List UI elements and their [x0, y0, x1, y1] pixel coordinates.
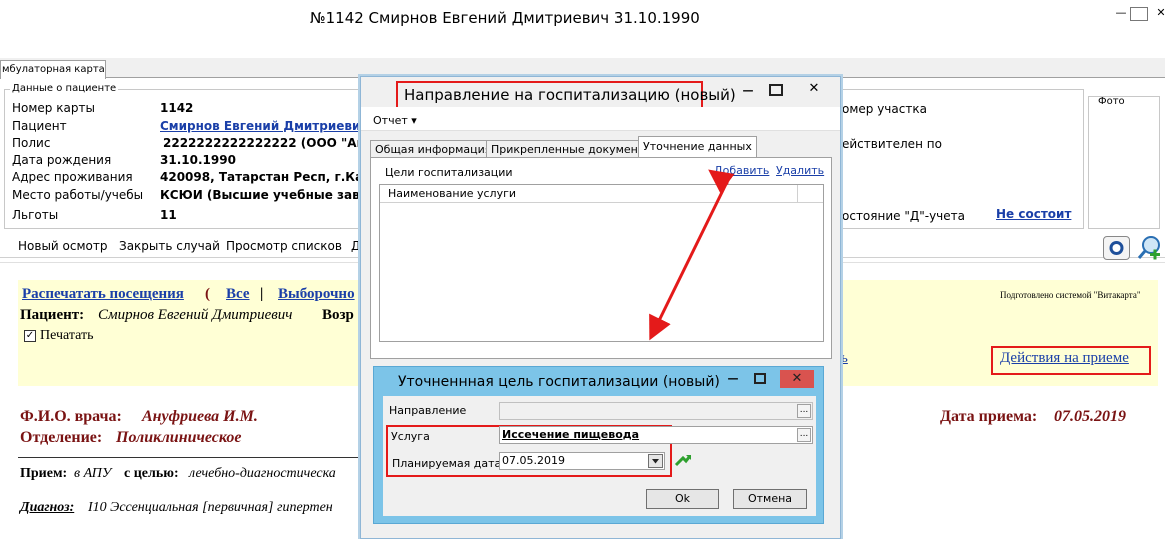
reception-purpose: лечебно-диагностическа [189, 466, 336, 481]
direction-field[interactable] [499, 402, 813, 420]
reception-label: Прием: [20, 466, 68, 481]
dialog2-maximize-button[interactable] [754, 373, 766, 384]
ok-button[interactable]: Ok [646, 489, 719, 509]
toolbar-item-d[interactable]: Д [351, 239, 360, 253]
search-add-icon[interactable] [1136, 234, 1164, 262]
doctor-label: Ф.И.О. врача: [20, 408, 122, 425]
separator: | [260, 286, 264, 302]
photo-frame [1088, 96, 1160, 229]
dept-label: Отделение: [20, 429, 103, 446]
dialog1-title: Направление на госпитализацию (новый) [396, 81, 736, 109]
label-policy: Полис [12, 136, 51, 150]
photo-label: Фото [1098, 96, 1125, 107]
dept-name: Поликлиническое [116, 429, 242, 446]
label-d-status: остояние "Д"-учета [842, 209, 965, 223]
annotation-arrows [649, 169, 735, 341]
grid-header-service[interactable]: Наименование услуги [388, 187, 516, 200]
service-browse-button[interactable]: ... [797, 428, 811, 442]
stop-icon [1109, 241, 1124, 255]
cancel-button[interactable]: Отмена [733, 489, 807, 509]
value-policy: 2222222222222222 (ООО "Ак [163, 136, 365, 150]
patient-label: Пациент: [20, 307, 85, 323]
value-benefits: 11 [160, 208, 177, 222]
actions-link[interactable]: Действия на приеме [1000, 350, 1129, 367]
reception-mid: с целью: [124, 466, 179, 481]
report-menu[interactable]: Отчет ▾ [373, 114, 417, 127]
tab-ambulatory-card[interactable]: мбулаторная карта [0, 60, 106, 79]
delete-link[interactable]: Удалить [776, 164, 824, 177]
close-button[interactable]: ✕ [1150, 6, 1165, 22]
print-icon-button[interactable] [1103, 236, 1130, 260]
label-patient: Пациент [12, 119, 67, 133]
diagnosis-value: I10 Эссенциальная [первичная] гипертен [88, 500, 333, 515]
dialog2-title: Уточненнная цель госпитализации (новый) [398, 374, 720, 390]
service-label: Услуга [391, 430, 430, 443]
minimize-button[interactable]: — [1110, 6, 1132, 22]
label-benefits: Льготы [12, 208, 59, 222]
partial-link[interactable]: ь [841, 350, 848, 367]
d-status-link[interactable]: Не состоит [996, 207, 1071, 221]
value-workplace: КСЮИ (Высшие учебные заве [160, 188, 368, 202]
date-label: Дата приема: [940, 408, 1038, 425]
close-case-button[interactable]: Закрыть случай [119, 239, 220, 253]
direction-browse-button[interactable]: ... [797, 404, 811, 418]
label-address: Адрес проживания [12, 170, 133, 184]
print-checkbox-label: Печатать [40, 328, 94, 343]
reception-pre: в АПУ [74, 466, 112, 481]
prepared-by: Подготовлено системой "Витакарта" [1000, 290, 1141, 300]
new-exam-button[interactable]: Новый осмотр [18, 239, 107, 253]
print-visits-link[interactable]: Распечатать посещения [22, 286, 184, 303]
grid-col-divider [797, 185, 798, 203]
selective-link[interactable]: Выборочно [278, 286, 355, 303]
patient-name: Смирнов Евгений Дмитриевич [98, 307, 293, 323]
dialog1-maximize-button[interactable] [769, 84, 783, 96]
patient-legend: Данные о пациенте [10, 83, 119, 94]
dialog1-menubar [361, 107, 840, 131]
refresh-icon[interactable] [674, 452, 692, 468]
all-link[interactable]: Все [226, 286, 250, 303]
dialog1-minimize-button[interactable]: — [737, 84, 759, 100]
value-patient-link[interactable]: Смирнов Евгений Дмитриевич [160, 119, 369, 133]
dialog2-close-button[interactable]: ✕ [780, 370, 814, 388]
print-checkbox[interactable]: ✓ [24, 330, 36, 342]
tab-strip [0, 58, 1165, 78]
service-value: Иссечение пищевода [502, 428, 640, 441]
diagnosis-label: Диагноз: [20, 500, 75, 515]
planned-date-label: Планируемая дата [392, 457, 502, 470]
goals-label: Цели госпитализации [385, 166, 513, 179]
age-label: Возр [322, 307, 354, 323]
dialog2-minimize-button[interactable]: — [722, 372, 744, 388]
view-lists-button[interactable]: Просмотр списков [226, 239, 342, 253]
value-birth-date: 31.10.1990 [160, 153, 236, 167]
main-window-title: №1142 Смирнов Евгений Дмитриевич 31.10.1… [310, 9, 700, 27]
planned-date-value: 07.05.2019 [502, 454, 565, 467]
label-district: омер участка [842, 102, 927, 116]
services-grid [379, 184, 824, 342]
divider [18, 457, 363, 458]
date-dropdown-button[interactable] [648, 454, 663, 468]
value-address: 420098, Татарстан Респ, г.Ка [160, 170, 364, 184]
label-workplace: Место работы/учебы [12, 188, 144, 202]
date-value: 07.05.2019 [1054, 408, 1126, 425]
label-valid-until: ействителен по [842, 137, 942, 151]
label-card-number: Номер карты [12, 101, 95, 115]
restore-button[interactable] [1130, 7, 1148, 21]
label-birth-date: Дата рождения [12, 153, 112, 167]
value-card-number: 1142 [160, 101, 194, 115]
dialog1-close-button[interactable]: ✕ [804, 82, 824, 98]
chevron-down-icon [652, 459, 659, 464]
paren-open: ( [205, 286, 210, 302]
direction-label: Направление [389, 404, 467, 417]
doctor-name: Ануфриева И.М. [142, 408, 258, 425]
